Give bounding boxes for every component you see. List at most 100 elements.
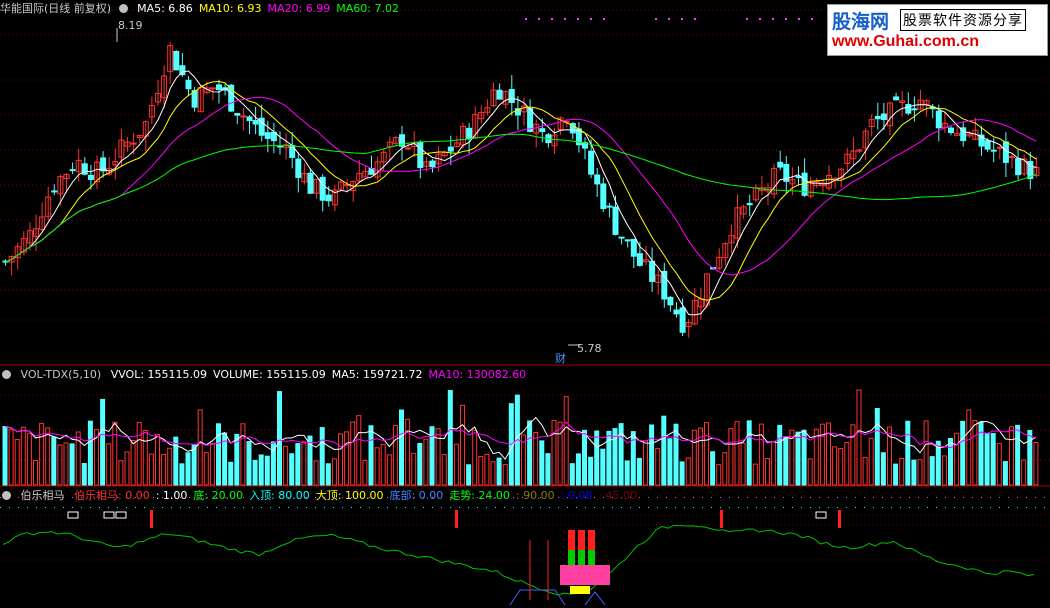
- settings-icon[interactable]: [118, 4, 128, 13]
- dot-marker: [702, 507, 703, 508]
- volume-bar: [124, 451, 130, 486]
- dot-marker: [297, 507, 298, 508]
- volume-bar: [880, 452, 886, 486]
- dot-marker: [288, 507, 289, 508]
- dot-marker: [900, 507, 901, 508]
- candle-body: [240, 115, 247, 118]
- volume-bar: [148, 453, 154, 486]
- dot-marker: [144, 507, 145, 508]
- volume-bar: [1009, 426, 1014, 486]
- volume-bar: [734, 421, 740, 486]
- dot-marker: [981, 497, 982, 498]
- dot-marker: [81, 507, 82, 508]
- dot-marker: [270, 507, 271, 508]
- volume-bars[interactable]: [2, 389, 1039, 486]
- volume-bar: [264, 455, 270, 486]
- settings-icon[interactable]: [2, 491, 11, 500]
- volume-bar: [874, 408, 880, 486]
- candle-body: [429, 160, 436, 168]
- volume-bar: [2, 425, 8, 486]
- dot-marker: [702, 497, 703, 498]
- dot-marker: [0, 507, 1, 508]
- stock-name[interactable]: 华能国际(日线 前复权): [0, 2, 111, 15]
- volume-bar: [563, 396, 569, 486]
- volume-bar: [185, 452, 191, 486]
- dot-marker: [423, 507, 424, 508]
- dot-marker: [594, 507, 595, 508]
- volume-bar: [246, 441, 252, 486]
- dot-marker: [828, 497, 829, 498]
- dot-marker: [675, 497, 676, 498]
- settings-icon[interactable]: [2, 370, 11, 379]
- dot-marker: [954, 497, 955, 498]
- candle-body: [777, 161, 784, 168]
- indicator-value: : 1.00: [155, 489, 188, 502]
- volume-indicator-name[interactable]: VOL-TDX(5,10): [21, 368, 102, 381]
- dot-marker: [720, 507, 721, 508]
- dot-marker: [864, 497, 865, 498]
- candle-body: [606, 205, 613, 208]
- dot-marker: [747, 507, 748, 508]
- dot-marker: [828, 507, 829, 508]
- dot-marker: [882, 507, 883, 508]
- volume-bar: [417, 442, 423, 486]
- volume-bar: [490, 461, 496, 486]
- dot-marker: [1017, 497, 1018, 498]
- volume-bar: [350, 421, 356, 486]
- candle-body: [307, 172, 314, 194]
- dot-marker: [207, 507, 208, 508]
- dot-marker: [590, 18, 592, 20]
- volume-bar: [1027, 429, 1033, 486]
- candle-body: [246, 116, 253, 122]
- volume-bar: [1033, 442, 1039, 486]
- dot-marker: [792, 497, 793, 498]
- dot-marker: [1044, 507, 1045, 508]
- volume-bar: [26, 432, 32, 486]
- dot-marker: [531, 507, 532, 508]
- volume-bar: [325, 463, 331, 486]
- volume-bar: [533, 432, 539, 486]
- volume-bar: [752, 463, 758, 486]
- dot-marker: [495, 507, 496, 508]
- stock-chart[interactable]: [0, 0, 1050, 608]
- dot-marker: [477, 507, 478, 508]
- volume-bar: [862, 456, 868, 486]
- volume-bar: [338, 433, 343, 486]
- candlesticks[interactable]: [2, 42, 1040, 338]
- ma-value: MA5: 6.86: [137, 2, 193, 15]
- dot-marker: [63, 507, 64, 508]
- volume-bar: [435, 428, 441, 486]
- candle-body: [447, 146, 454, 152]
- bottom-marker: [509, 589, 566, 606]
- candle-body: [673, 309, 680, 315]
- indicator-name[interactable]: 伯乐相马: [21, 489, 65, 502]
- candle-body: [234, 113, 241, 116]
- volume-bar: [51, 436, 57, 486]
- dot-marker: [351, 507, 352, 508]
- dot-marker: [774, 507, 775, 508]
- signal-column: [578, 550, 585, 565]
- dot-marker: [927, 497, 928, 498]
- volume-bar: [173, 436, 179, 486]
- volume-bar: [130, 439, 136, 486]
- dot-marker: [538, 18, 540, 20]
- volume-bar: [362, 459, 368, 486]
- dot-marker: [564, 18, 566, 20]
- candle-body: [880, 113, 887, 120]
- dot-marker: [126, 507, 127, 508]
- volume-bar: [423, 438, 429, 486]
- volume-bar: [661, 415, 667, 486]
- volume-bar: [374, 447, 380, 486]
- volume-bar: [795, 431, 801, 486]
- volume-bar: [777, 424, 783, 486]
- candle-body: [935, 110, 942, 129]
- volume-bar: [594, 430, 600, 486]
- volume-bar: [313, 460, 319, 486]
- brand-name: 股海网: [832, 11, 890, 33]
- event-marker[interactable]: 财: [555, 350, 566, 366]
- volume-bar: [57, 444, 63, 486]
- watermark-logo: 股海网 股票软件资源分享 www.Guhai.com.cn: [827, 4, 1048, 56]
- volume-bar: [673, 423, 679, 486]
- dot-marker: [855, 497, 856, 498]
- dot-marker: [918, 497, 919, 498]
